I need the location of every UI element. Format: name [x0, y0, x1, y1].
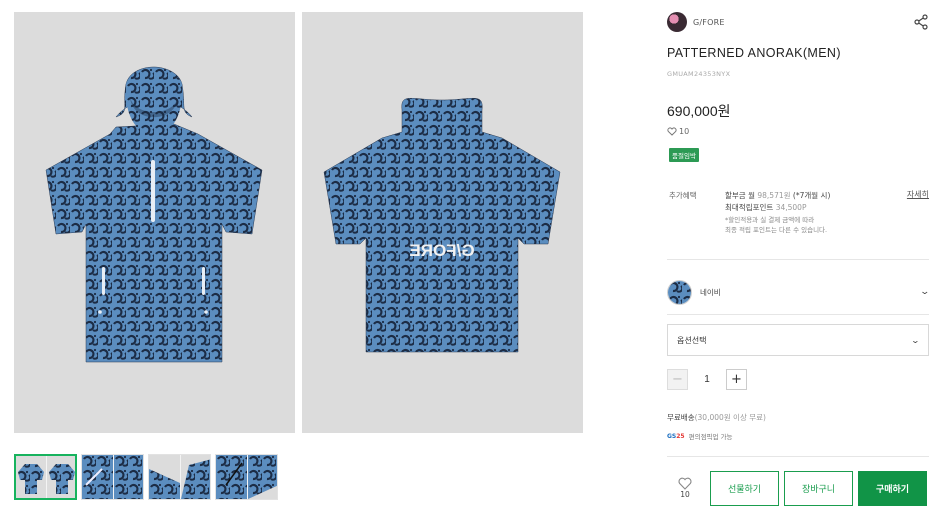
status-badge: 품절임박: [669, 148, 699, 162]
option-select-label: 옵션선택: [677, 335, 707, 345]
chevron-down-icon[interactable]: ⌄: [920, 287, 931, 297]
thumbnail-3[interactable]: [148, 454, 211, 500]
option-select[interactable]: 옵션선택 ⌄: [667, 324, 929, 356]
add-to-cart-button[interactable]: 장바구니: [784, 470, 853, 506]
installment-line: 할부금 월 98,571원 (*7개월 시): [725, 191, 831, 200]
pickup-text: 편의점픽업 가능: [688, 433, 733, 441]
heart-icon: [667, 127, 677, 136]
thumbnail-2[interactable]: [81, 454, 144, 500]
benefits-detail-link[interactable]: 자세히: [907, 189, 929, 200]
quantity-decrease-button[interactable]: −: [667, 369, 688, 390]
brand-row: G/FORE: [667, 11, 929, 33]
like-count: 10: [679, 127, 690, 136]
share-icon[interactable]: [913, 14, 929, 30]
thumbnail-1[interactable]: [14, 454, 77, 500]
divider: [667, 456, 929, 457]
brand-name[interactable]: G/FORE: [693, 18, 725, 27]
color-swatch-navy[interactable]: [667, 279, 692, 305]
color-name: 네이비: [700, 287, 721, 297]
anorak-back-shape: [323, 98, 561, 353]
chevron-down-icon: ⌄: [910, 335, 921, 345]
benefit-details: 할부금 월 98,571원 (*7개월 시) 최대적립포인트 34,500P *…: [725, 190, 830, 235]
divider: [667, 259, 929, 260]
action-bar: 10 선물하기 장바구니 구매하기: [667, 470, 929, 506]
heart-icon: [678, 477, 692, 490]
like-count-row[interactable]: 10: [667, 127, 689, 136]
points-line: 최대적립포인트 34,500P: [725, 203, 807, 212]
product-image-front[interactable]: [14, 12, 295, 433]
shipping-info: 무료배송(30,000원 이상 무료): [667, 413, 766, 422]
wishlist-count: 10: [680, 490, 690, 499]
back-print-text: G/FORE: [409, 241, 474, 260]
quantity-value[interactable]: 1: [688, 374, 726, 385]
gift-button[interactable]: 선물하기: [710, 470, 779, 506]
gs25-pickup-info: GS25 편의점픽업 가능: [667, 431, 733, 442]
brand-logo[interactable]: [667, 12, 687, 32]
thumbnail-4[interactable]: [215, 454, 278, 500]
buy-now-button[interactable]: 구매하기: [858, 470, 927, 506]
wishlist-button[interactable]: 10: [667, 470, 703, 506]
points-note: *할인적용과 실 결제 금액에 따라 최종 적립 포인트는 다른 수 있습니다.: [725, 216, 828, 234]
product-image-back[interactable]: G/FORE: [302, 12, 583, 433]
product-price: 690,000원: [667, 103, 731, 119]
benefits-label: 추가혜택: [669, 191, 697, 200]
quantity-increase-button[interactable]: +: [726, 369, 747, 390]
product-sku: GMUAM24353NYX: [667, 70, 731, 78]
thumbnail-strip: [14, 454, 278, 500]
gs25-logo: GS25: [667, 432, 685, 440]
color-selector[interactable]: 네이비 ⌄: [667, 279, 931, 305]
quantity-stepper: − 1 +: [667, 369, 747, 390]
product-title: PATTERNED ANORAK(MEN): [667, 46, 841, 60]
divider: [667, 314, 929, 315]
